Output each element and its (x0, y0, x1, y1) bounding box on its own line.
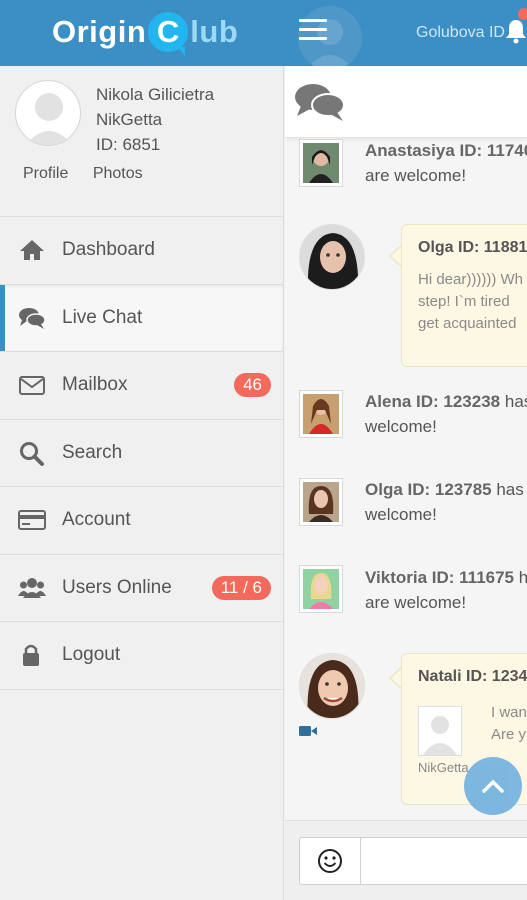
feed-name-id[interactable]: Viktoria ID: 111675 (365, 568, 514, 587)
feed-name-id[interactable]: Olga ID: 123785 (365, 480, 492, 499)
message-sender[interactable]: Natali ID: 1234 (418, 668, 527, 686)
feed-notice: Olga ID: 123785 has welcome! (365, 477, 524, 527)
sidebar-item-live-chat[interactable]: Live Chat (0, 284, 283, 352)
feed-text: has (504, 392, 527, 411)
feed-text: welcome! (365, 417, 437, 436)
feed-text: are welcome! (365, 593, 467, 612)
sender-thumbnail[interactable] (418, 706, 462, 756)
profile-info: Nikola Gilicietra NikGetta ID: 6851 (96, 82, 214, 157)
sidebar-item-dashboard[interactable]: Dashboard (0, 217, 283, 285)
logo-club-text: lub (190, 14, 239, 49)
sidebar-item-label: Users Online (62, 576, 172, 598)
sidebar-item-label: Account (62, 509, 131, 531)
message-line: get acquainted (418, 315, 517, 332)
video-camera-icon[interactable] (299, 725, 317, 737)
photos-link[interactable]: Photos (93, 165, 143, 182)
home-icon (20, 240, 44, 261)
sidebar-item-label: Live Chat (62, 306, 143, 328)
feed-notice: Viktoria ID: 111675 ha are welcome! (365, 565, 527, 615)
profile-username: NikGetta (96, 110, 163, 129)
feed-avatar[interactable] (299, 139, 343, 187)
feed-notice: Anastasiya ID: 11740 are welcome! (365, 138, 527, 188)
sidebar-item-label: Mailbox (62, 374, 128, 396)
users-online-badge: 11 / 6 (211, 575, 271, 600)
search-icon (20, 441, 44, 466)
feed-text: are welcome! (365, 166, 467, 185)
chat-icon (19, 307, 46, 329)
notification-dot (518, 8, 527, 20)
profile-links: Profile Photos (23, 165, 163, 183)
message-line: I wan (491, 704, 527, 721)
message-line: step! I`m tired (418, 293, 510, 310)
lock-icon (23, 645, 39, 667)
feed-text: welcome! (365, 505, 437, 524)
chat-partner-name[interactable]: Golubova ID (416, 24, 505, 42)
top-bar: Origin Club Golubova ID (0, 0, 527, 70)
logo-bubble-icon: C (148, 12, 189, 56)
logo-origin-text: Origin (52, 14, 147, 49)
message-text: Hi dear)))))) Wh step! I`m tired get acq… (418, 269, 527, 335)
mailbox-count-badge: 46 (234, 373, 271, 398)
chat-bubbles-icon (295, 84, 345, 121)
feed-text: ha (518, 568, 527, 587)
sidebar-item-users-online[interactable]: Users Online 11 / 6 (0, 555, 283, 622)
smiley-icon (318, 849, 342, 873)
profile-link[interactable]: Profile (23, 165, 68, 182)
logo-c-letter: C (156, 14, 180, 49)
message-avatar[interactable] (299, 224, 365, 290)
logo[interactable]: Origin Club (52, 10, 239, 56)
feed-name-id[interactable]: Alena ID: 123238 (365, 392, 500, 411)
message-line: Hi dear)))))) Wh (418, 271, 523, 288)
sidebar-item-label: Logout (62, 644, 121, 666)
sidebar-item-logout[interactable]: Logout (0, 622, 283, 690)
message-composer (285, 820, 527, 900)
sidebar: Nikola Gilicietra NikGetta ID: 6851 Prof… (0, 66, 284, 900)
sidebar-item-mailbox[interactable]: Mailbox 46 (0, 352, 283, 420)
hamburger-icon[interactable] (299, 19, 327, 41)
bell-icon[interactable] (505, 18, 527, 44)
emoji-button[interactable] (299, 837, 361, 885)
feed-avatar[interactable] (299, 478, 343, 526)
message-input[interactable] (361, 837, 527, 885)
sidebar-item-search[interactable]: Search (0, 420, 283, 487)
feed-notice: Alena ID: 123238 has welcome! (365, 389, 527, 439)
users-icon (18, 577, 46, 598)
profile-avatar[interactable] (15, 80, 81, 146)
feed-text: has (491, 480, 524, 499)
scroll-to-top-button[interactable] (464, 757, 522, 815)
sidebar-item-account[interactable]: Account (0, 487, 283, 555)
message-bubble[interactable]: Olga ID: 11881 Hi dear)))))) Wh step! I`… (401, 224, 527, 367)
chevron-up-icon (482, 779, 504, 793)
profile-card: Nikola Gilicietra NikGetta ID: 6851 Prof… (0, 66, 283, 217)
sender-username: NikGetta (418, 760, 469, 775)
profile-id: ID: 6851 (96, 135, 161, 154)
feed-name-id[interactable]: Anastasiya ID: 11740 (365, 141, 527, 160)
message-line: Are y (491, 726, 527, 743)
envelope-icon (19, 376, 45, 396)
sidebar-item-label: Dashboard (62, 239, 155, 261)
profile-name: Nikola Gilicietra (96, 85, 215, 104)
feed-avatar[interactable] (299, 565, 343, 613)
credit-card-icon (18, 510, 46, 531)
sidebar-item-label: Search (62, 441, 123, 463)
message-avatar[interactable] (299, 653, 365, 719)
feed-avatar[interactable] (299, 390, 343, 438)
chat-header (285, 66, 527, 138)
message-text: I wan Are y (491, 702, 527, 746)
message-sender[interactable]: Olga ID: 11881 (418, 239, 527, 257)
